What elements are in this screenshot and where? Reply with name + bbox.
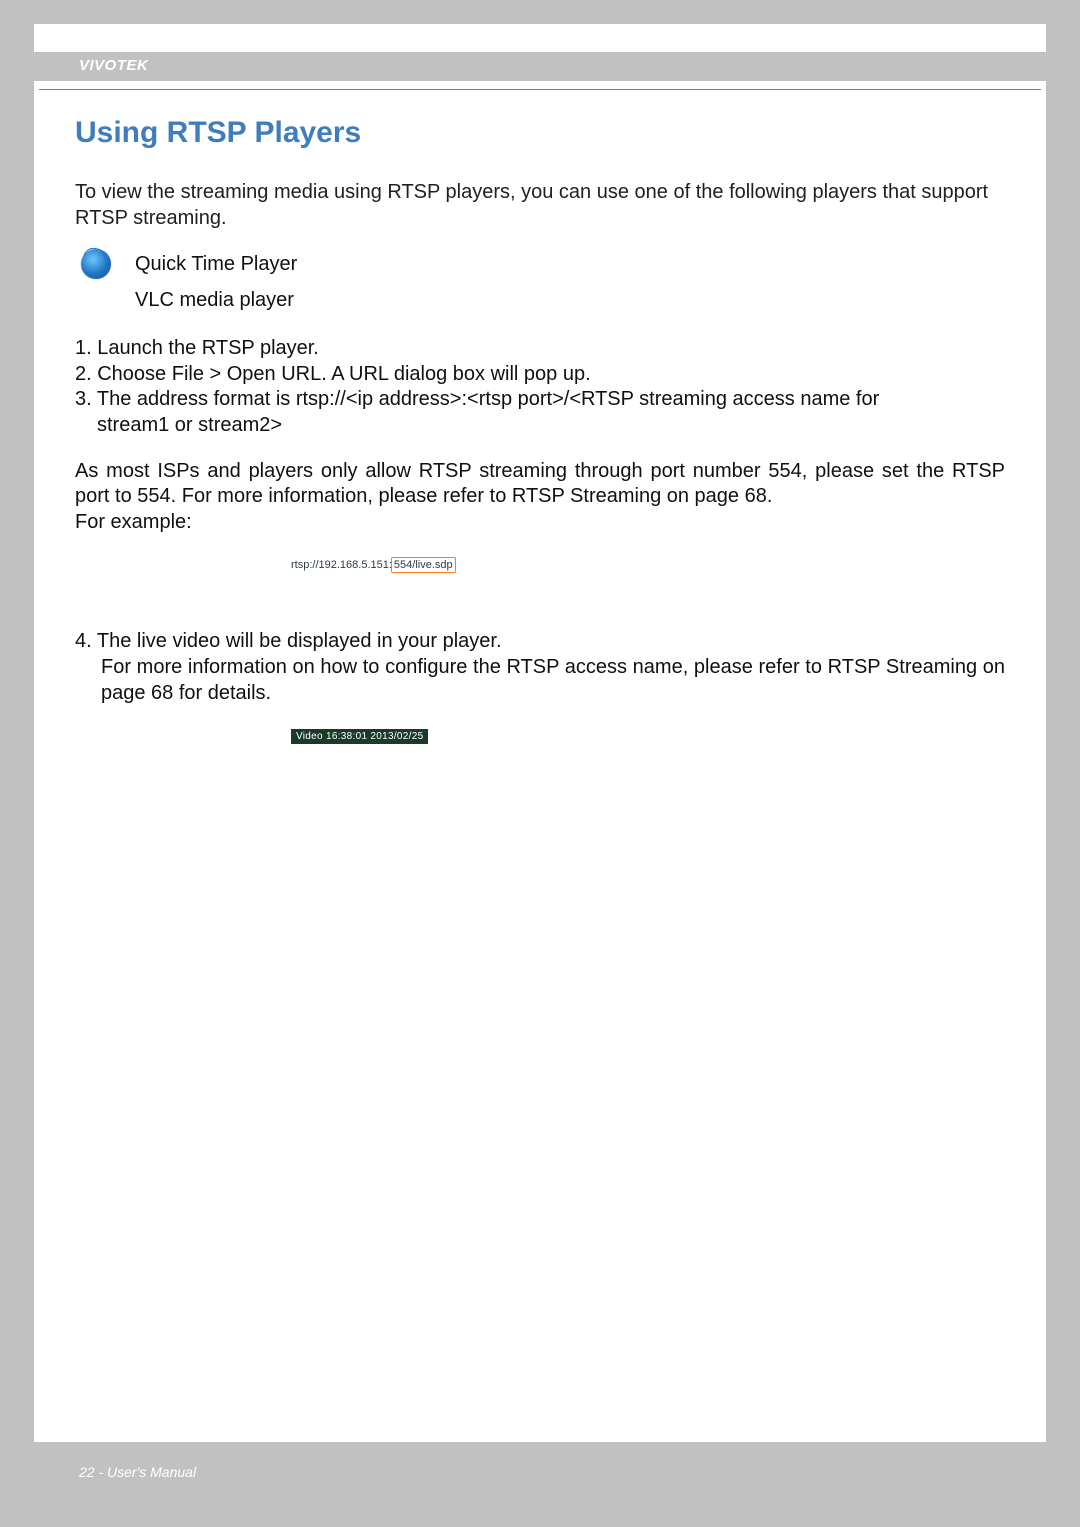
step-2-text: 2. Choose File > Open URL. A URL dialog … xyxy=(75,363,591,385)
step-3-lead: 3. The address format is rtsp://<ip addr… xyxy=(75,388,879,410)
brand-label: VIVOTEK xyxy=(79,57,148,74)
step-1-text: 1. Launch the RTSP player. xyxy=(75,337,319,359)
video-overlay-text: Video 16:38:01 2013/02/25 xyxy=(291,729,428,744)
header-band xyxy=(34,52,1046,81)
player-quicktime-label: Quick Time Player xyxy=(135,253,297,276)
content-area: Using RTSP Players To view the streaming… xyxy=(75,116,1005,744)
page: VIVOTEK Using RTSP Players To view the s… xyxy=(34,24,1046,1502)
player-vlc-label: VLC media player xyxy=(135,289,294,312)
step-4: 4. The live video will be displayed in y… xyxy=(75,629,1005,706)
rtsp-url-highlight: 554/live.sdp xyxy=(391,557,456,573)
steps-list: 1. Launch the RTSP player. 2. Choose Fil… xyxy=(75,336,1005,438)
step-3-cont: stream1 or stream2> xyxy=(75,413,1005,439)
page-title: Using RTSP Players xyxy=(75,116,1005,150)
rtsp-url-prefix: rtsp://192.168.5.151: xyxy=(291,559,392,571)
step-1: 1. Launch the RTSP player. xyxy=(75,336,1005,362)
step-4-cont: For more information on how to configure… xyxy=(75,655,1005,706)
page-footer: 22 - User's Manual xyxy=(79,1464,196,1480)
player-vlc-row: VLC media player xyxy=(75,289,1005,312)
for-example-text: For example: xyxy=(75,511,192,533)
header-rule xyxy=(39,89,1041,90)
player-quicktime-row: Quick Time Player xyxy=(75,249,1005,279)
step-4-lead: 4. The live video will be displayed in y… xyxy=(75,630,502,652)
intro-paragraph: To view the streaming media using RTSP p… xyxy=(75,180,1005,231)
step-2: 2. Choose File > Open URL. A URL dialog … xyxy=(75,362,1005,388)
quicktime-icon-slot xyxy=(75,249,135,279)
rtsp-url: rtsp://192.168.5.151:554/live.sdp xyxy=(291,557,456,573)
rtsp-example: rtsp://192.168.5.151:554/live.sdp xyxy=(291,555,1005,573)
isp-note-text: As most ISPs and players only allow RTSP… xyxy=(75,460,1005,508)
step-3: 3. The address format is rtsp://<ip addr… xyxy=(75,387,1005,438)
isp-note: As most ISPs and players only allow RTSP… xyxy=(75,459,1005,536)
video-overlay-chip: Video 16:38:01 2013/02/25 xyxy=(291,726,1005,744)
players-list: Quick Time Player VLC media player xyxy=(75,249,1005,312)
quicktime-icon xyxy=(81,249,111,279)
